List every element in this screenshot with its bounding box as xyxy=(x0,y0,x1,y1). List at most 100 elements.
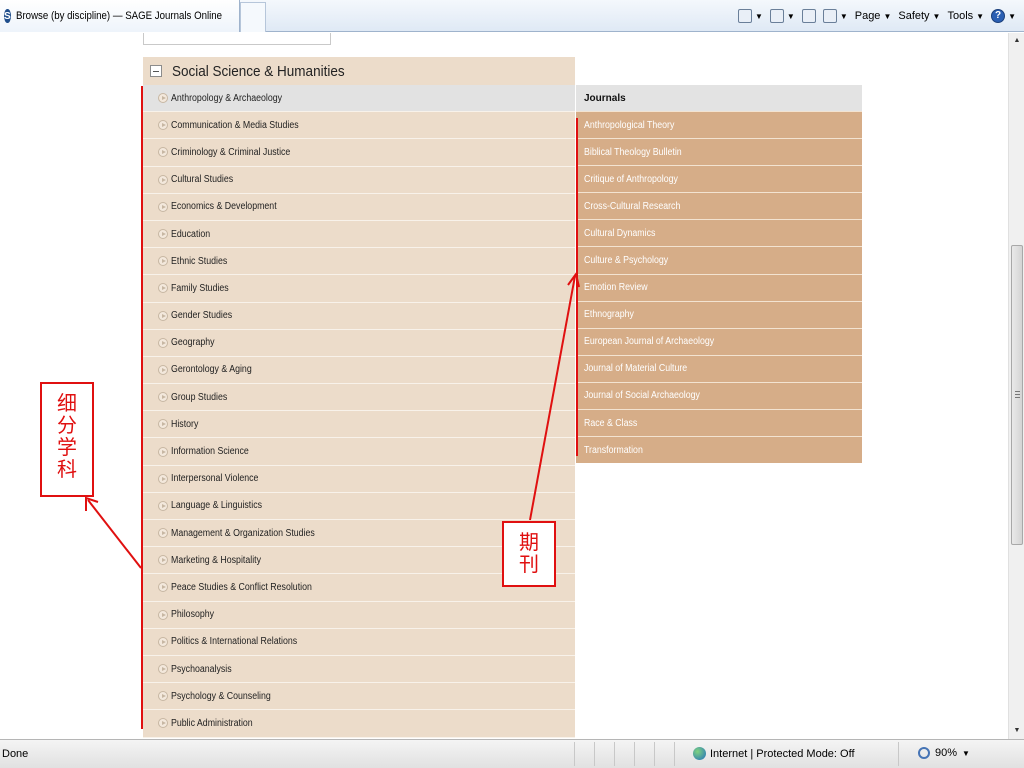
journal-item[interactable]: Emotion Review xyxy=(576,273,862,301)
discipline-item[interactable]: History xyxy=(143,411,575,439)
discipline-item[interactable]: Geography xyxy=(143,329,575,357)
discipline-label: Criminology & Criminal Justice xyxy=(171,146,291,158)
journal-item[interactable]: European Journal of Archaeology xyxy=(576,327,862,355)
journal-item[interactable]: Culture & Psychology xyxy=(576,246,862,274)
play-icon xyxy=(158,93,168,104)
discipline-label: Psychoanalysis xyxy=(171,663,232,675)
discipline-label: Marketing & Hospitality xyxy=(171,554,261,566)
journal-label: Journal of Material Culture xyxy=(584,363,688,375)
safety-menu-label: Safety xyxy=(898,10,930,22)
play-icon xyxy=(158,201,168,212)
discipline-item[interactable]: Politics & International Relations xyxy=(143,628,575,656)
discipline-item[interactable]: Psychoanalysis xyxy=(143,655,575,684)
command-bar: ▼ ▼ ▼ Page ▼ Safety ▼ Tools ▼ ? ▼ xyxy=(737,0,1016,32)
feeds-button[interactable]: ▼ xyxy=(769,9,795,23)
journal-item[interactable]: Journal of Material Culture xyxy=(576,354,862,382)
zoom-control[interactable]: 90% ▼ xyxy=(918,747,970,759)
discipline-item[interactable]: Family Studies xyxy=(143,275,575,303)
status-divider xyxy=(614,742,615,766)
discipline-label: Geography xyxy=(171,337,215,349)
discipline-list: Anthropology & Archaeology Communication … xyxy=(143,85,575,738)
play-icon xyxy=(158,120,168,131)
journal-item[interactable]: Critique of Anthropology xyxy=(576,165,862,193)
safety-menu[interactable]: Safety ▼ xyxy=(898,10,940,22)
collapse-icon[interactable] xyxy=(150,65,162,77)
play-icon xyxy=(158,582,168,593)
journal-item[interactable]: Race & Class xyxy=(576,409,862,437)
journal-item[interactable]: Journal of Social Archaeology xyxy=(576,381,862,410)
discipline-label: Group Studies xyxy=(171,391,228,403)
home-button[interactable]: ▼ xyxy=(737,9,763,23)
read-mail-button[interactable] xyxy=(801,9,816,23)
status-divider xyxy=(654,742,655,766)
discipline-item[interactable]: Psychology & Counseling xyxy=(143,683,575,711)
category-title: Social Science & Humanities xyxy=(172,62,345,80)
play-icon xyxy=(158,337,168,348)
journals-text: 期刊 xyxy=(519,530,539,576)
discipline-item[interactable]: Criminology & Criminal Justice xyxy=(143,139,575,167)
vertical-scrollbar[interactable]: ▲ ▼ xyxy=(1008,33,1024,739)
journal-item[interactable]: Cultural Dynamics xyxy=(576,219,862,247)
discipline-item[interactable]: Information Science xyxy=(143,438,575,466)
chevron-down-icon: ▼ xyxy=(839,11,848,21)
discipline-label: Peace Studies & Conflict Resolution xyxy=(171,581,312,593)
journal-label: Race & Class xyxy=(584,417,638,429)
discipline-item[interactable]: Philosophy xyxy=(143,601,575,629)
scroll-up-icon[interactable]: ▲ xyxy=(1009,33,1024,49)
play-icon xyxy=(158,664,168,675)
discipline-label: Philosophy xyxy=(171,609,215,621)
play-icon xyxy=(158,500,168,511)
discipline-item[interactable]: Communication & Media Studies xyxy=(143,112,575,140)
journal-label: Ethnography xyxy=(584,309,634,321)
discipline-item[interactable]: Anthropology & Archaeology xyxy=(143,85,575,113)
scroll-thumb[interactable] xyxy=(1011,245,1023,545)
discipline-label: Ethnic Studies xyxy=(171,255,228,267)
journal-item[interactable]: Cross-Cultural Research xyxy=(576,192,862,220)
discipline-label: Anthropology & Archaeology xyxy=(171,92,283,104)
discipline-item[interactable]: Gender Studies xyxy=(143,302,575,330)
search-box[interactable] xyxy=(143,33,331,45)
discipline-item[interactable]: Interpersonal Violence xyxy=(143,465,575,493)
journal-label: Journal of Social Archaeology xyxy=(584,390,700,402)
discipline-item[interactable]: Economics & Development xyxy=(143,193,575,221)
rss-icon xyxy=(769,9,784,23)
new-tab-button[interactable] xyxy=(240,2,266,32)
scroll-down-icon[interactable]: ▼ xyxy=(1009,723,1024,739)
discipline-label: Language & Linguistics xyxy=(171,500,263,512)
journal-list: Anthropological Theory Biblical Theology … xyxy=(576,111,862,464)
page-menu[interactable]: Page ▼ xyxy=(855,10,892,22)
play-icon xyxy=(158,718,168,729)
tools-menu[interactable]: Tools ▼ xyxy=(947,10,984,22)
discipline-item[interactable]: Group Studies xyxy=(143,384,575,412)
discipline-item[interactable]: Education xyxy=(143,220,575,249)
play-icon xyxy=(158,256,168,267)
chevron-down-icon: ▼ xyxy=(786,11,795,21)
play-icon xyxy=(158,609,168,620)
print-button[interactable]: ▼ xyxy=(822,9,848,23)
journal-item[interactable]: Anthropological Theory xyxy=(576,111,862,139)
security-zone[interactable]: Internet | Protected Mode: Off xyxy=(693,747,855,760)
discipline-label: Education xyxy=(171,228,211,240)
discipline-item[interactable]: Gerontology & Aging xyxy=(143,356,575,385)
chevron-down-icon: ▼ xyxy=(1008,11,1016,21)
chevron-down-icon: ▼ xyxy=(932,11,941,21)
discipline-item[interactable]: Ethnic Studies xyxy=(143,248,575,276)
category-header[interactable]: Social Science & Humanities xyxy=(143,57,575,85)
journal-item[interactable]: Transformation xyxy=(576,436,862,464)
mail-icon xyxy=(801,9,816,23)
journal-item[interactable]: Ethnography xyxy=(576,300,862,328)
status-text: Done xyxy=(2,748,29,760)
status-divider xyxy=(898,742,899,766)
journal-item[interactable]: Biblical Theology Bulletin xyxy=(576,138,862,166)
journal-label: Emotion Review xyxy=(584,282,648,294)
journals-label: 期刊 xyxy=(502,521,556,587)
discipline-item[interactable]: Cultural Studies xyxy=(143,166,575,194)
discipline-item[interactable]: Public Administration xyxy=(143,710,575,738)
browser-tab[interactable]: S Browse (by discipline) — SAGE Journals… xyxy=(0,0,240,32)
help-menu[interactable]: ? ▼ xyxy=(991,9,1016,23)
discipline-label: Gender Studies xyxy=(171,310,233,322)
discipline-item[interactable]: Language & Linguistics xyxy=(143,492,575,520)
play-icon xyxy=(158,174,168,185)
help-icon: ? xyxy=(991,9,1006,23)
status-divider xyxy=(634,742,635,766)
